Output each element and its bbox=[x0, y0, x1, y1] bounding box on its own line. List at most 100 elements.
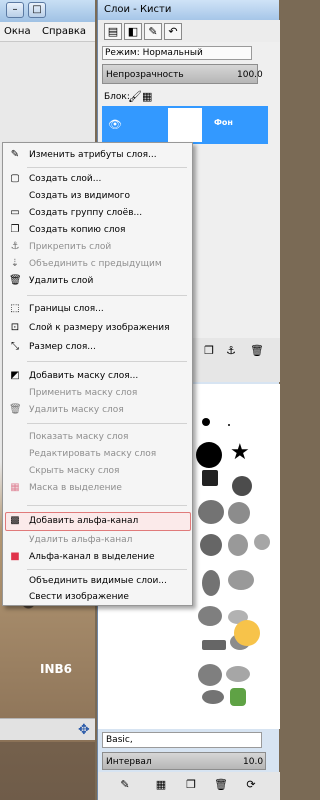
tab-layers[interactable]: ▤ bbox=[104, 23, 122, 40]
maximize-button[interactable]: □ bbox=[28, 2, 46, 18]
brush-item[interactable] bbox=[234, 620, 260, 646]
menu-item-apply-layer-mask[interactable]: Применить маску слоя bbox=[5, 385, 190, 402]
brush-item[interactable] bbox=[226, 666, 250, 682]
menu-separator bbox=[27, 295, 187, 296]
brush-item[interactable] bbox=[198, 500, 224, 524]
menu-item-disable-layer-mask[interactable]: Скрыть маску слоя bbox=[5, 463, 190, 480]
menu-item-label: Слой к размеру изображения bbox=[29, 323, 170, 333]
brush-item[interactable] bbox=[200, 534, 222, 556]
menu-item-label: Удалить слой bbox=[29, 276, 94, 286]
brush-item[interactable] bbox=[228, 502, 250, 524]
minimize-button[interactable]: – bbox=[6, 2, 24, 18]
duplicate-layer-icon[interactable]: ❐ bbox=[202, 344, 216, 358]
menu-item-new-layer-group[interactable]: ▭ Создать группу слоёв... bbox=[5, 205, 190, 222]
brush-item[interactable] bbox=[198, 606, 222, 626]
merge-icon: ⇣ bbox=[10, 258, 20, 269]
menu-item-new-from-visible[interactable]: Создать из видимого bbox=[5, 188, 190, 205]
brush-item[interactable] bbox=[254, 534, 270, 550]
refresh-icon[interactable]: ⟳ bbox=[244, 778, 258, 792]
channels-icon: ◧ bbox=[127, 25, 139, 38]
eye-icon[interactable]: 👁 bbox=[108, 118, 122, 131]
brush-item[interactable] bbox=[202, 418, 210, 426]
menu-item-label: Создать из видимого bbox=[29, 191, 130, 201]
menu-item-label: Удалить альфа-канал bbox=[29, 535, 133, 545]
brush-item[interactable] bbox=[228, 424, 230, 426]
lock-alpha-icon[interactable]: ▦ bbox=[142, 90, 152, 103]
brush-item[interactable] bbox=[202, 690, 224, 704]
menu-item-label: Альфа-канал в выделение bbox=[29, 552, 155, 562]
star-brush-icon[interactable]: ★ bbox=[230, 440, 250, 465]
menu-item-show-layer-mask[interactable]: Показать маску слоя bbox=[5, 429, 190, 446]
main-titlebar: – □ bbox=[0, 0, 95, 22]
menu-item-flatten-image[interactable]: Свести изображение bbox=[5, 589, 190, 606]
move-icon[interactable]: ✥ bbox=[78, 722, 90, 738]
duplicate-icon: ❐ bbox=[10, 224, 20, 235]
menu-item-edit-layer-attributes[interactable]: ✎ Изменить атрибуты слоя... bbox=[5, 147, 190, 164]
menu-item-edit-layer-mask[interactable]: Редактировать маску слоя bbox=[5, 446, 190, 463]
brush-item[interactable] bbox=[198, 664, 222, 686]
menu-item-add-alpha-channel[interactable]: ▩ Добавить альфа-канал bbox=[5, 513, 190, 530]
anchor-icon[interactable]: ⚓ bbox=[224, 344, 238, 358]
edit-brush-icon[interactable]: ✎ bbox=[118, 778, 132, 792]
lock-paint-icon[interactable]: 🖌 bbox=[128, 90, 142, 103]
brush-item[interactable] bbox=[228, 534, 248, 556]
menu-item-scale-layer[interactable]: ⤡ Размер слоя... bbox=[5, 339, 190, 356]
interval-slider[interactable]: Интервал 10.0 bbox=[102, 752, 266, 770]
brush-item[interactable] bbox=[202, 470, 218, 486]
layers-icon: ▤ bbox=[107, 25, 119, 38]
menu-item-duplicate-layer[interactable]: ❐ Создать копию слоя bbox=[5, 222, 190, 239]
opacity-value: 100.0 bbox=[237, 70, 263, 80]
delete-layer-icon[interactable]: 🗑 bbox=[250, 344, 264, 358]
menu-item-remove-alpha-channel[interactable]: Удалить альфа-канал bbox=[5, 532, 190, 549]
layer-name: Фон bbox=[214, 118, 233, 127]
menu-item-delete-layer[interactable]: 🗑 Удалить слой bbox=[5, 273, 190, 290]
opacity-label: Непрозрачность bbox=[106, 70, 184, 80]
mode-select[interactable]: Режим: Нормальный bbox=[102, 46, 252, 60]
menu-help[interactable]: Справка bbox=[42, 26, 86, 37]
menu-item-label: Размер слоя... bbox=[29, 342, 96, 352]
menu-item-new-layer[interactable]: ▢ Создать слой... bbox=[5, 171, 190, 188]
alpha-selection-icon: ■ bbox=[10, 551, 20, 562]
dock-tabbar: ▤ ◧ ✎ ↶ bbox=[98, 20, 280, 42]
menu-item-merge-down[interactable]: ⇣ Объединить с предыдущим bbox=[5, 256, 190, 273]
menu-windows[interactable]: Окна bbox=[4, 26, 31, 37]
mode-label: Режим: Нормальный bbox=[105, 48, 203, 58]
menu-separator bbox=[27, 167, 187, 168]
menu-item-add-layer-mask[interactable]: ◩ Добавить маску слоя... bbox=[5, 368, 190, 385]
menu-item-layer-boundary[interactable]: ⬚ Границы слоя... bbox=[5, 301, 190, 318]
main-statusbar: ✥ bbox=[0, 718, 95, 740]
menu-item-delete-layer-mask[interactable]: 🗑 Удалить маску слоя bbox=[5, 402, 190, 419]
layer-thumbnail bbox=[168, 108, 202, 142]
menu-item-mask-to-selection[interactable]: ▦ Маска в выделение bbox=[5, 480, 190, 497]
menu-item-layer-to-image-size[interactable]: ⊡ Слой к размеру изображения bbox=[5, 320, 190, 337]
edit-icon: ✎ bbox=[10, 149, 20, 160]
duplicate-brush-icon[interactable]: ❐ bbox=[184, 778, 198, 792]
main-menubar: Окна Справка bbox=[0, 22, 95, 42]
brush-item[interactable] bbox=[202, 640, 226, 650]
menu-item-label: Редактировать маску слоя bbox=[29, 449, 157, 459]
alpha-icon: ▩ bbox=[10, 515, 20, 526]
menu-item-anchor-layer[interactable]: ⚓ Прикрепить слой bbox=[5, 239, 190, 256]
menu-separator bbox=[27, 361, 187, 362]
tab-channels[interactable]: ◧ bbox=[124, 23, 142, 40]
layer-row-background[interactable]: 👁 Фон bbox=[102, 106, 268, 144]
brush-preset-select[interactable]: Basic, bbox=[102, 732, 262, 748]
brush-item[interactable] bbox=[196, 442, 222, 468]
new-brush-icon[interactable]: ▦ bbox=[154, 778, 168, 792]
brush-item[interactable] bbox=[232, 476, 252, 496]
delete-brush-icon[interactable]: 🗑 bbox=[214, 778, 228, 792]
brush-preset-label: Basic, bbox=[106, 735, 133, 745]
brush-item[interactable] bbox=[202, 570, 220, 596]
menu-item-label: Показать маску слоя bbox=[29, 432, 129, 442]
lock-label: Блок: bbox=[104, 92, 130, 102]
menu-item-label: Изменить атрибуты слоя... bbox=[29, 150, 157, 160]
opacity-slider[interactable]: Непрозрачность 100.0 bbox=[102, 64, 263, 84]
menu-item-alpha-to-selection[interactable]: ■ Альфа-канал в выделение bbox=[5, 549, 190, 566]
brush-item[interactable] bbox=[228, 570, 254, 590]
brush-item[interactable] bbox=[230, 688, 246, 706]
tab-undo[interactable]: ↶ bbox=[164, 23, 182, 40]
tab-paths[interactable]: ✎ bbox=[144, 23, 162, 40]
resize-icon: ⤡ bbox=[11, 341, 19, 352]
menu-item-merge-visible-layers[interactable]: Объединить видимые слои... bbox=[5, 573, 190, 590]
interval-value: 10.0 bbox=[243, 757, 264, 767]
